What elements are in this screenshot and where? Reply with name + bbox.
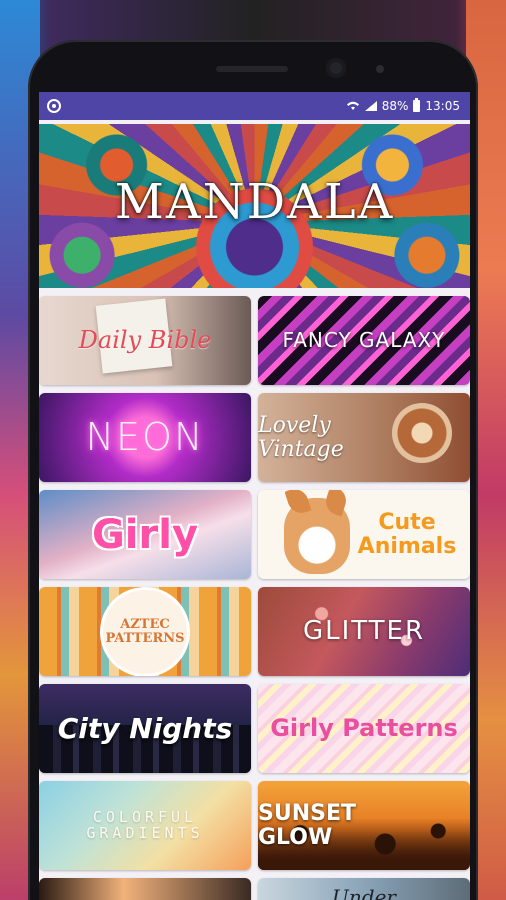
category-tile-lovely-vintage[interactable]: Lovely Vintage: [258, 393, 470, 482]
speaker-grille: [216, 66, 288, 72]
category-tile-partial-left[interactable]: [39, 878, 251, 900]
battery-percent: 88%: [381, 99, 409, 113]
aztec-badge: AZTEC PATTERNS: [103, 589, 187, 674]
category-tile-glitter[interactable]: GLITTER: [258, 587, 470, 676]
tile-label: GLITTER: [302, 615, 426, 646]
wifi-icon: [346, 101, 359, 110]
app-indicator-icon: [47, 99, 61, 113]
tile-label: Girly: [91, 511, 199, 558]
tile-label: City Nights: [57, 711, 233, 745]
tile-label: NEON: [85, 414, 205, 459]
category-tile-city-nights[interactable]: City Nights: [39, 684, 251, 773]
tile-label: Girly Patterns: [270, 713, 458, 742]
tile-label: Under: [332, 884, 396, 900]
tile-label: FANCY GALAXY: [282, 328, 446, 352]
tile-label: COLORFUL GRADIENTS: [86, 807, 204, 842]
tile-label: Cute Animals: [357, 510, 457, 559]
category-tile-daily-bible[interactable]: Daily Bible: [39, 296, 251, 385]
signal-icon: [364, 101, 377, 111]
category-grid: Daily Bible FANCY GALAXY NEON Lovely Vin…: [39, 296, 470, 900]
phone-screen: 88% 13:05 MANDALA Daily Bible FANCY GALA…: [39, 92, 470, 900]
category-tile-girly-patterns[interactable]: Girly Patterns: [258, 684, 470, 773]
clock: 13:05: [425, 99, 460, 113]
proximity-sensor: [376, 65, 384, 73]
vintage-dial-image: [392, 403, 452, 463]
hero-title: MANDALA: [114, 174, 395, 230]
tile-label: AZTEC PATTERNS: [105, 616, 185, 646]
battery-icon: [413, 98, 421, 112]
category-tile-neon[interactable]: NEON: [39, 393, 251, 482]
tile-label: Daily Bible: [78, 325, 212, 354]
category-tile-aztec-patterns[interactable]: AZTEC PATTERNS: [39, 587, 251, 676]
front-camera: [326, 58, 346, 78]
status-bar: 88% 13:05: [39, 92, 470, 120]
category-tile-cute-animals[interactable]: Cute Animals: [258, 490, 470, 579]
hero-banner-mandala[interactable]: MANDALA: [39, 124, 470, 288]
tile-label: Lovely Vintage: [258, 413, 344, 462]
tile-label: SUNSET GLOW: [258, 801, 357, 850]
status-right: 88% 13:05: [346, 98, 460, 113]
category-tile-girly[interactable]: Girly: [39, 490, 251, 579]
category-tile-colorful-gradients[interactable]: COLORFUL GRADIENTS: [39, 781, 251, 870]
corgi-image: [284, 498, 350, 574]
status-left: [47, 99, 61, 113]
category-tile-sunset-glow[interactable]: SUNSET GLOW: [258, 781, 470, 870]
category-tile-fancy-galaxy[interactable]: FANCY GALAXY: [258, 296, 470, 385]
category-tile-partial-right[interactable]: Under: [258, 878, 470, 900]
category-list: MANDALA Daily Bible FANCY GALAXY NEON Lo…: [39, 120, 470, 900]
